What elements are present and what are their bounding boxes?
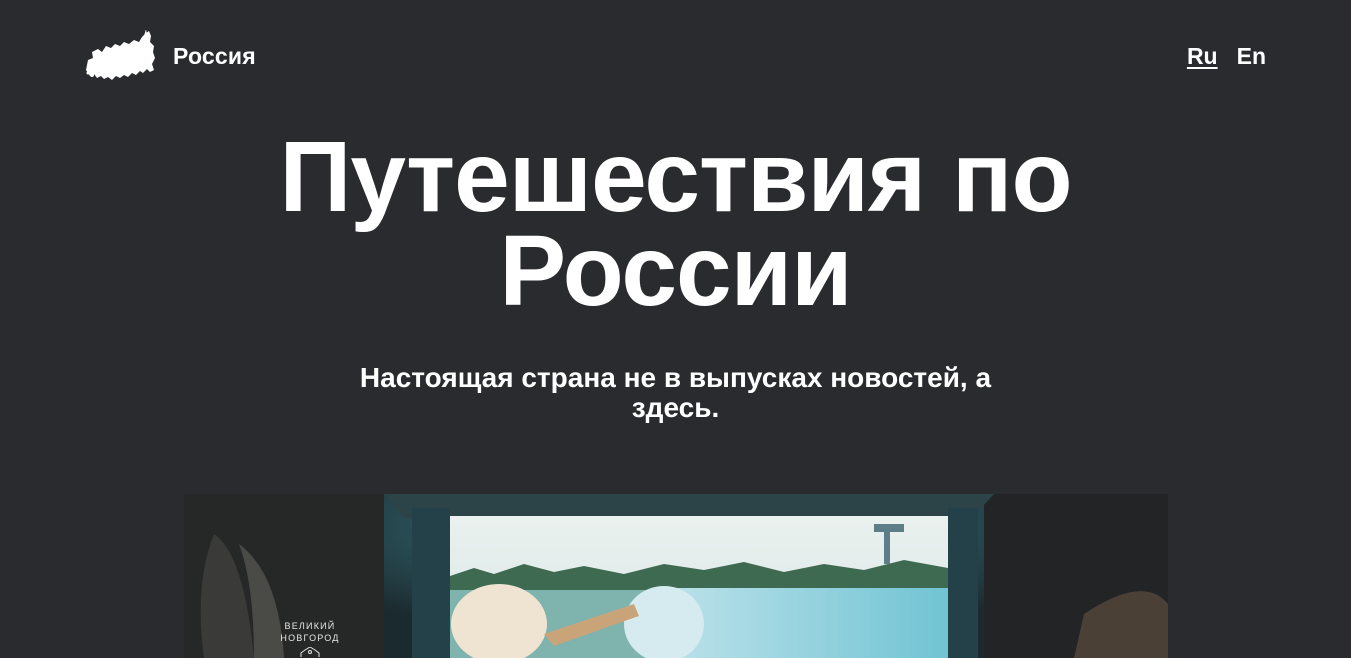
russia-map-icon bbox=[86, 30, 155, 80]
lang-ru-link[interactable]: Ru bbox=[1187, 43, 1218, 70]
hero-subtitle-line1: Настоящая страна не в выпусках новостей,… bbox=[359, 362, 992, 393]
hero-subtitle-line2: здесь. bbox=[631, 392, 720, 423]
hero-title: Путешествия по России bbox=[0, 127, 1351, 321]
city-badge[interactable]: ВЕЛИКИЙ НОВГОРОД bbox=[276, 620, 344, 658]
city-name-line2: НОВГОРОД bbox=[280, 633, 340, 643]
brand-name: Россия bbox=[173, 43, 256, 69]
hero-title-line2: России bbox=[499, 215, 852, 327]
language-switcher: Ru En bbox=[1187, 43, 1266, 70]
lang-en-link[interactable]: En bbox=[1237, 43, 1266, 70]
kremlin-emblem-icon bbox=[300, 646, 320, 657]
hero-subtitle: Настоящая страна не в выпусках новостей,… bbox=[325, 363, 1026, 423]
site-header: Россия Ru En bbox=[0, 0, 1351, 110]
logo-link[interactable]: Россия bbox=[84, 30, 256, 82]
city-name-line1: ВЕЛИКИЙ bbox=[284, 621, 336, 631]
feature-photo[interactable]: ВЕЛИКИЙ НОВГОРОД bbox=[184, 494, 1168, 658]
